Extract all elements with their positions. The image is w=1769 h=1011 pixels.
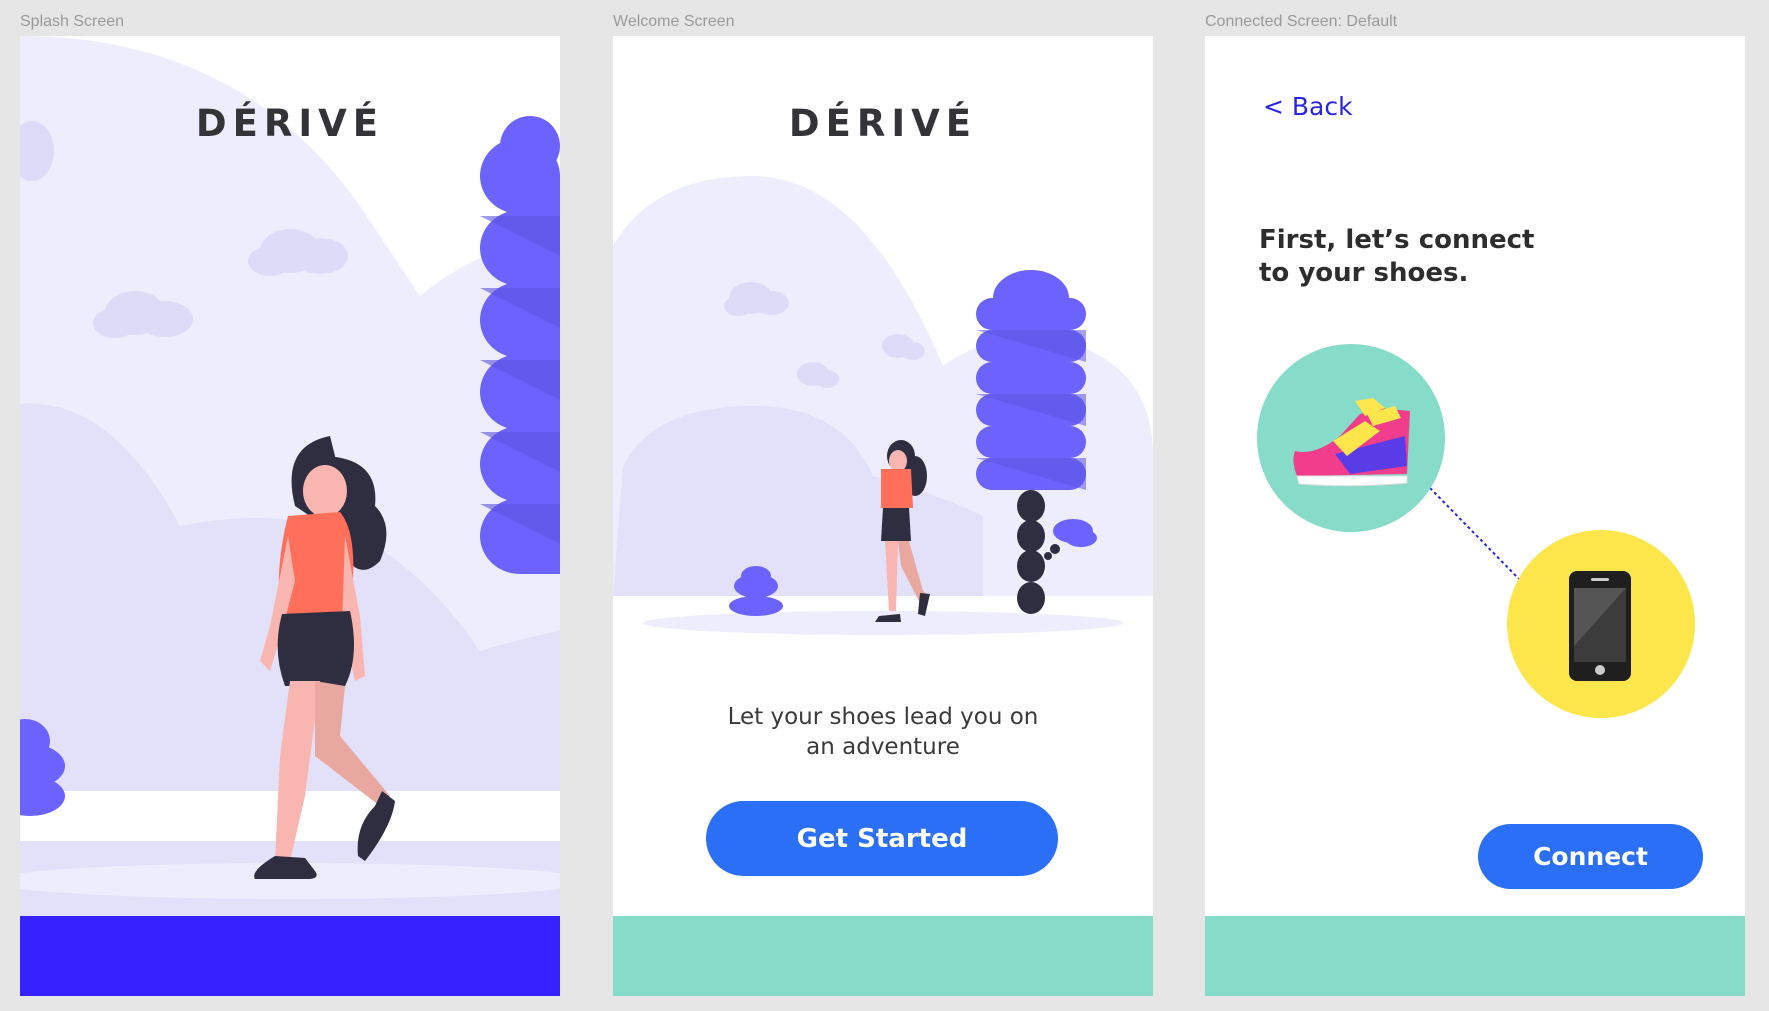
- splash-frame-label: Splash Screen: [20, 13, 125, 30]
- tagline-line-1: Let your shoes lead you on: [727, 704, 1039, 730]
- connect-button[interactable]: Connect: [1478, 824, 1703, 889]
- splash-illustration: [20, 36, 560, 996]
- connect-frame-label: Connected Screen: Default: [1205, 13, 1398, 30]
- back-link[interactable]: < Back: [1263, 92, 1353, 121]
- connect-footer-bar: [1205, 916, 1745, 996]
- welcome-tagline: Let your shoes lead you on an adventure: [613, 702, 1153, 762]
- smartphone-icon: [1569, 571, 1631, 681]
- heading-line-2: to your shoes.: [1259, 258, 1469, 288]
- splash-footer-bar: [20, 916, 560, 996]
- welcome-frame-label: Welcome Screen: [613, 13, 735, 30]
- welcome-screen: DÉRIVÉ Let your shoes lead you on an adv…: [613, 36, 1153, 996]
- get-started-button[interactable]: Get Started: [706, 801, 1058, 876]
- brand-logo: DÉRIVÉ: [195, 102, 385, 145]
- brand-logo: DÉRIVÉ: [788, 102, 978, 145]
- shoe-circle: [1257, 344, 1445, 532]
- welcome-footer-bar: [613, 916, 1153, 996]
- connection-dotted-line: [1429, 487, 1521, 581]
- tagline-line-2: an adventure: [806, 734, 960, 760]
- sneaker-icon: [1293, 398, 1410, 487]
- connect-screen: < Back First, let’s connect to your shoe…: [1205, 36, 1745, 996]
- splash-screen: DÉRIVÉ: [20, 36, 560, 996]
- heading-line-1: First, let’s connect: [1259, 225, 1535, 255]
- connect-heading: First, let’s connect to your shoes.: [1259, 224, 1559, 290]
- phone-circle: [1507, 530, 1695, 718]
